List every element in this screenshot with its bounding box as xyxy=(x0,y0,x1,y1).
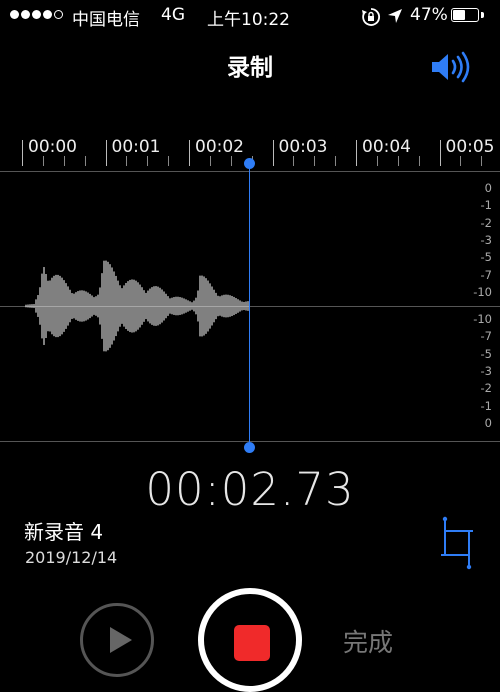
timeline-label: 00:00 xyxy=(28,137,77,157)
timeline-minor-tick xyxy=(293,156,295,166)
status-time: 上午10:22 xyxy=(207,10,290,30)
timeline-minor-tick xyxy=(63,156,65,166)
timeline-minor-tick xyxy=(84,156,86,166)
timeline-minor-tick xyxy=(147,156,149,166)
rotation-lock-icon xyxy=(362,8,380,26)
battery-icon xyxy=(451,8,479,22)
play-icon xyxy=(110,627,132,653)
timeline-label: 00:03 xyxy=(278,137,328,157)
timeline-minor-tick xyxy=(460,156,462,166)
timeline-minor-tick xyxy=(168,156,170,166)
timeline-major-tick xyxy=(356,140,357,166)
location-arrow-icon xyxy=(388,9,402,23)
network-type: 4G xyxy=(161,5,185,25)
timeline-major-tick xyxy=(189,140,190,166)
playhead-line[interactable] xyxy=(249,164,250,448)
timeline-label: 00:04 xyxy=(362,137,411,157)
stop-recording-button[interactable] xyxy=(198,588,302,692)
playhead-top-handle[interactable] xyxy=(244,158,255,169)
play-button[interactable] xyxy=(80,603,154,677)
done-button[interactable]: 完成 xyxy=(343,623,393,659)
trim-icon[interactable] xyxy=(437,515,477,571)
battery-percentage: 47% xyxy=(410,5,448,25)
recording-date: 2019/12/14 xyxy=(25,548,118,567)
timeline-major-tick xyxy=(22,140,23,166)
status-bar: 中国电信 4G 上午10:22 47% xyxy=(0,0,500,34)
timeline-minor-tick xyxy=(230,156,232,166)
audio-waveform xyxy=(25,260,249,352)
timeline-minor-tick xyxy=(418,156,420,166)
playhead-bottom-handle[interactable] xyxy=(244,442,255,453)
timeline-major-tick xyxy=(272,140,274,166)
timeline-major-tick xyxy=(105,140,107,166)
elapsed-timer: 00:02.73 xyxy=(145,463,355,516)
page-title: 录制 xyxy=(227,55,273,81)
timeline-minor-tick xyxy=(397,156,399,166)
carrier-name: 中国电信 xyxy=(72,10,140,30)
speaker-icon[interactable] xyxy=(430,50,474,84)
timeline-label: 00:05 xyxy=(445,137,495,157)
waveform-area[interactable]: 0 -1 -2 -3 -5 -7 -10 -10 -7 -5 -3 -2 -1 0 xyxy=(0,171,500,442)
battery-nub xyxy=(481,12,484,18)
recording-name[interactable]: 新录音 4 xyxy=(24,516,103,545)
timeline-major-tick xyxy=(439,140,441,166)
timeline-minor-tick xyxy=(335,156,337,166)
timeline-minor-tick xyxy=(209,156,211,166)
timeline-minor-tick xyxy=(42,156,44,166)
timeline-label: 00:02 xyxy=(195,137,244,157)
timeline-minor-tick xyxy=(376,156,378,166)
stop-icon xyxy=(234,625,270,661)
timeline-minor-tick xyxy=(314,156,316,166)
signal-strength-icon xyxy=(10,10,63,19)
timeline-label: 00:01 xyxy=(111,137,161,157)
timeline-minor-tick xyxy=(126,156,128,166)
timeline-minor-tick xyxy=(481,156,483,166)
